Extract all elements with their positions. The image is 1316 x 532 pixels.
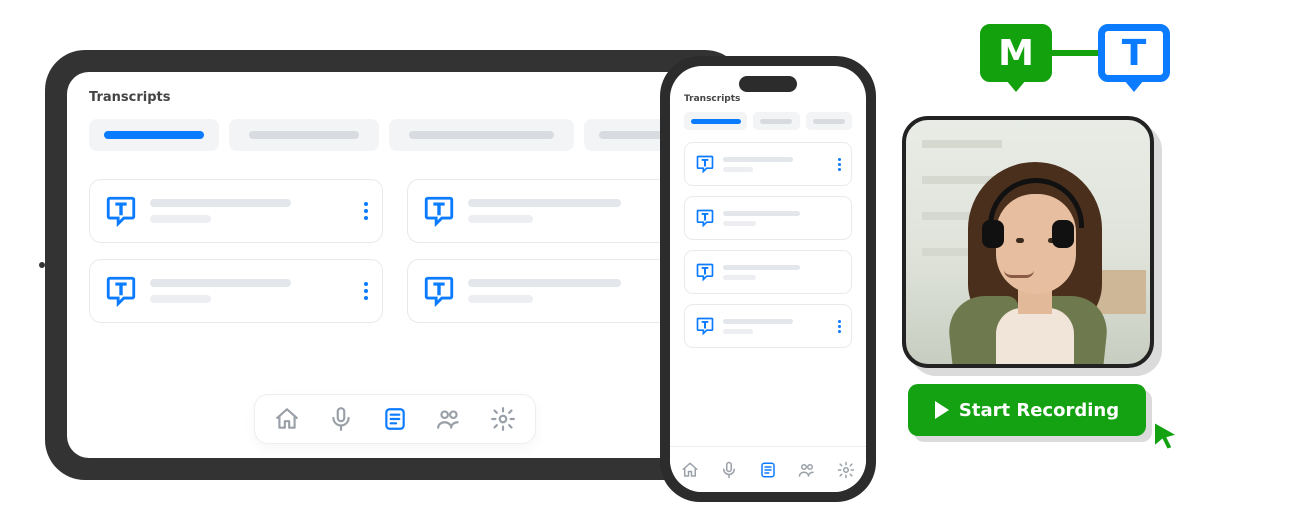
nav-home[interactable] — [680, 460, 700, 480]
video-preview — [902, 116, 1154, 368]
people-icon — [798, 461, 816, 479]
nav-contacts[interactable] — [797, 460, 817, 480]
transcript-card[interactable] — [684, 304, 852, 348]
home-icon — [681, 461, 699, 479]
badge-connector — [1052, 50, 1098, 56]
nav-transcripts[interactable] — [758, 460, 778, 480]
gear-icon — [490, 406, 516, 432]
card-text-placeholder — [723, 319, 830, 334]
transcript-icon — [104, 194, 138, 228]
transcript-card[interactable] — [89, 179, 383, 243]
filter-tab-1[interactable] — [89, 119, 219, 151]
transcript-icon — [422, 194, 456, 228]
card-text-placeholder — [723, 211, 841, 226]
page-title: Transcripts — [684, 94, 852, 104]
card-menu-button[interactable] — [838, 320, 841, 333]
card-menu-button[interactable] — [364, 282, 368, 300]
transcript-card[interactable] — [684, 250, 852, 294]
transcript-grid — [89, 179, 701, 323]
transcript-list — [684, 142, 852, 348]
cursor-icon — [1150, 418, 1180, 454]
start-recording-label: Start Recording — [959, 400, 1119, 421]
app-badges: M T — [980, 24, 1170, 82]
phone-notch — [739, 76, 797, 92]
nav-home[interactable] — [273, 405, 301, 433]
phone-device: Transcripts — [660, 56, 876, 502]
start-recording-button[interactable]: Start Recording — [908, 384, 1146, 436]
phone-screen: Transcripts — [670, 66, 866, 492]
tablet-screen: Transcripts — [67, 72, 723, 458]
transcript-card[interactable] — [407, 259, 701, 323]
filter-tab-3[interactable] — [389, 119, 574, 151]
card-menu-button[interactable] — [838, 158, 841, 171]
transcript-icon — [695, 154, 715, 174]
transcript-card[interactable] — [407, 179, 701, 243]
filter-tabs — [89, 119, 701, 151]
transcript-card[interactable] — [89, 259, 383, 323]
badge-m: M — [980, 24, 1052, 82]
badge-t-label: T — [1098, 24, 1170, 82]
nav-record[interactable] — [327, 405, 355, 433]
nav-contacts[interactable] — [435, 405, 463, 433]
play-icon — [935, 401, 949, 419]
badge-t: T — [1098, 24, 1170, 82]
nav-settings[interactable] — [489, 405, 517, 433]
mic-icon — [720, 461, 738, 479]
transcript-card[interactable] — [684, 142, 852, 186]
transcripts-icon — [759, 461, 777, 479]
transcript-icon — [695, 208, 715, 228]
transcript-icon — [695, 262, 715, 282]
filter-tab-2[interactable] — [229, 119, 379, 151]
card-text-placeholder — [150, 199, 352, 223]
card-text-placeholder — [468, 199, 686, 223]
transcript-card[interactable] — [684, 196, 852, 240]
card-text-placeholder — [150, 279, 352, 303]
transcripts-icon — [382, 406, 408, 432]
home-icon — [274, 406, 300, 432]
people-icon — [436, 406, 462, 432]
card-menu-button[interactable] — [364, 202, 368, 220]
nav-record[interactable] — [719, 460, 739, 480]
nav-settings[interactable] — [836, 460, 856, 480]
card-text-placeholder — [723, 157, 830, 172]
filter-tab-3[interactable] — [806, 112, 852, 130]
filter-tabs — [684, 112, 852, 130]
transcript-icon — [422, 274, 456, 308]
card-text-placeholder — [468, 279, 686, 303]
mic-icon — [328, 406, 354, 432]
bottom-nav — [670, 446, 866, 492]
nav-transcripts[interactable] — [381, 405, 409, 433]
transcript-icon — [695, 316, 715, 336]
tablet-device: Transcripts — [45, 50, 745, 480]
transcript-icon — [104, 274, 138, 308]
bottom-nav — [254, 394, 536, 444]
card-text-placeholder — [723, 265, 841, 280]
filter-tab-1[interactable] — [684, 112, 747, 130]
filter-tab-2[interactable] — [753, 112, 799, 130]
page-title: Transcripts — [89, 90, 701, 105]
gear-icon — [837, 461, 855, 479]
badge-m-label: M — [980, 24, 1052, 82]
